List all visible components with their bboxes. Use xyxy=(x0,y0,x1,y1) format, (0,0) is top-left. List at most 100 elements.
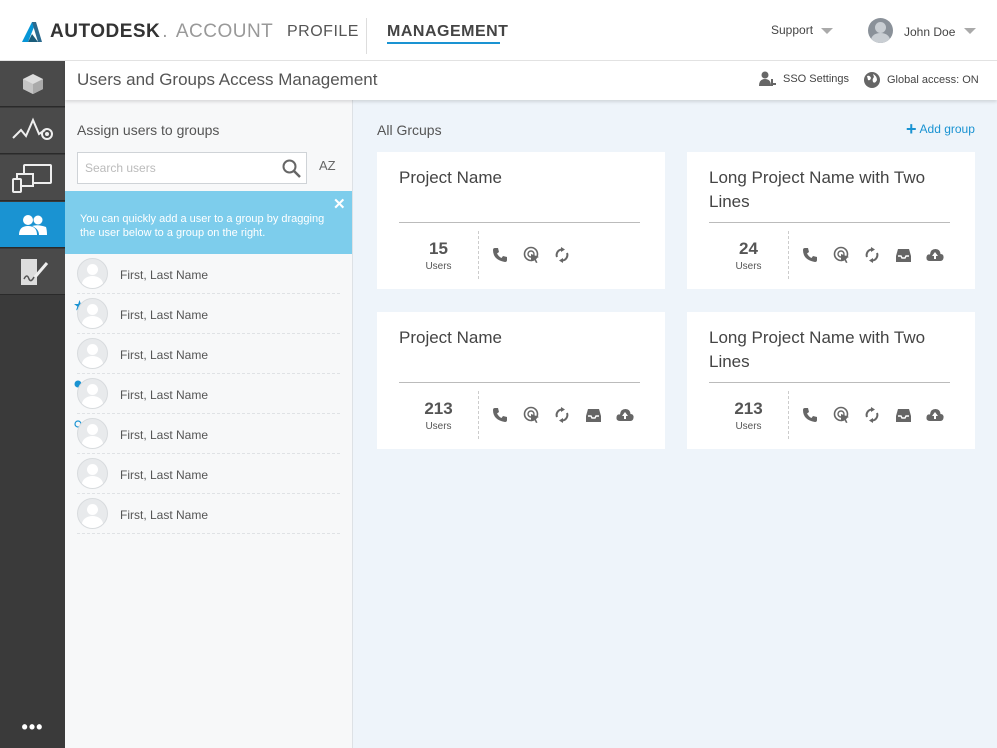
group-title: Project Name xyxy=(399,328,502,347)
box-icon[interactable] xyxy=(0,61,65,107)
tip-banner: ✕ You can quickly add a user to a group … xyxy=(65,191,352,254)
user-count: 213 Users xyxy=(399,391,479,439)
user-name: First, Last Name xyxy=(120,268,209,282)
avatar xyxy=(77,458,108,489)
search-box xyxy=(77,152,307,184)
user-count: 15 Users xyxy=(399,231,479,279)
brand-name: AUTODESK xyxy=(50,21,161,42)
user-name[interactable]: John Doe xyxy=(904,25,955,39)
user-name: First, Last Name xyxy=(120,468,209,482)
user-count: 24 Users xyxy=(709,231,789,279)
group-title: Project Name xyxy=(399,168,502,187)
search-icon[interactable] xyxy=(282,159,301,178)
group-card[interactable]: Long Project Name with Two Lines 213 Use… xyxy=(687,312,975,449)
nav-management[interactable]: MANAGEMENT xyxy=(387,23,508,41)
user-avatar[interactable] xyxy=(868,18,893,43)
list-item[interactable]: First, Last Name xyxy=(77,494,340,534)
phone-icon[interactable] xyxy=(802,245,833,265)
card-divider xyxy=(399,222,640,223)
cursor-click-icon[interactable] xyxy=(833,245,864,265)
group-title: Long Project Name with Two Lines xyxy=(709,168,926,211)
cursor-click-icon[interactable] xyxy=(833,405,864,425)
add-group-button[interactable]: + Add group xyxy=(906,119,975,139)
more-menu-icon[interactable]: ••• xyxy=(0,717,65,738)
analytics-icon[interactable] xyxy=(0,108,65,154)
list-item[interactable]: First, Last Name xyxy=(74,374,340,414)
global-access-toggle[interactable]: Global access: ON xyxy=(863,71,979,89)
group-card[interactable]: Long Project Name with Two Lines 24 User… xyxy=(687,152,975,289)
avatar xyxy=(77,498,108,529)
list-item[interactable]: First, Last Name xyxy=(77,334,340,374)
user-count-value: 24 xyxy=(739,239,758,258)
avatar xyxy=(77,258,108,289)
sso-settings-link[interactable]: SSO Settings xyxy=(759,71,849,87)
inbox-icon[interactable] xyxy=(585,405,616,425)
user-chevron-down-icon[interactable] xyxy=(964,28,976,34)
groups-area: All Grcups + Add group Project Name 15 U… xyxy=(353,100,997,748)
avatar xyxy=(77,378,108,409)
inbox-icon[interactable] xyxy=(895,245,926,265)
groups-title: All Grcups xyxy=(377,122,442,138)
avatar xyxy=(77,338,108,369)
user-key-icon xyxy=(759,71,776,86)
nav-profile[interactable]: PROFILE xyxy=(287,23,359,41)
user-name: First, Last Name xyxy=(120,508,209,522)
users-panel: Assign users to groups AZ ✕ You can quic… xyxy=(65,100,353,748)
avatar xyxy=(77,418,108,449)
document-signature-icon[interactable] xyxy=(0,249,65,295)
cursor-click-icon[interactable] xyxy=(523,245,554,265)
card-actions xyxy=(802,245,957,265)
list-item[interactable]: First, Last Name xyxy=(77,254,340,294)
phone-icon[interactable] xyxy=(492,405,523,425)
support-chevron-down-icon[interactable] xyxy=(821,28,833,34)
user-count-value: 213 xyxy=(424,399,453,418)
top-bar: AUTODESK. ACCOUNT PROFILE MANAGEMENT Sup… xyxy=(0,0,997,61)
sync-icon[interactable] xyxy=(864,245,895,265)
tip-text: You can quickly add a user to a group by… xyxy=(80,213,325,239)
devices-icon[interactable] xyxy=(0,155,65,201)
user-count-label: Users xyxy=(735,421,762,432)
user-count: 213 Users xyxy=(709,391,789,439)
cloud-upload-icon[interactable] xyxy=(926,245,957,265)
globe-icon xyxy=(864,72,880,88)
user-count-label: Users xyxy=(735,261,762,272)
list-item[interactable]: First, Last Name xyxy=(74,414,340,454)
card-actions xyxy=(492,245,585,265)
user-list: First, Last Name First, Last Name First,… xyxy=(74,254,340,534)
autodesk-logo[interactable]: AUTODESK. ACCOUNT xyxy=(20,20,273,44)
close-icon[interactable]: ✕ xyxy=(333,195,346,213)
cursor-click-icon[interactable] xyxy=(523,405,554,425)
page-header: Users and Groups Access Management SSO S… xyxy=(65,61,997,100)
nav-active-indicator xyxy=(387,42,500,44)
card-actions xyxy=(492,405,647,425)
cloud-upload-icon[interactable] xyxy=(926,405,957,425)
list-item[interactable]: First, Last Name xyxy=(74,294,340,334)
search-input[interactable] xyxy=(78,153,273,183)
icon-rail: ••• xyxy=(0,61,65,748)
user-name: First, Last Name xyxy=(120,388,209,402)
user-name: First, Last Name xyxy=(120,308,209,322)
nav-divider xyxy=(366,18,367,54)
phone-icon[interactable] xyxy=(802,405,833,425)
global-access-label: Global access: ON xyxy=(887,74,979,86)
group-card[interactable]: Project Name 213 Users xyxy=(377,312,665,449)
sync-icon[interactable] xyxy=(554,405,585,425)
sync-icon[interactable] xyxy=(554,245,585,265)
user-count-value: 15 xyxy=(429,239,448,258)
sync-icon[interactable] xyxy=(864,405,895,425)
sso-settings-label: SSO Settings xyxy=(783,73,850,85)
users-icon[interactable] xyxy=(0,202,65,248)
sort-label: AZ xyxy=(319,158,336,173)
user-count-value: 213 xyxy=(734,399,763,418)
inbox-icon[interactable] xyxy=(895,405,926,425)
support-menu[interactable]: Support xyxy=(771,23,813,37)
phone-icon[interactable] xyxy=(492,245,523,265)
avatar xyxy=(77,298,108,329)
sort-az-icon[interactable]: AZ xyxy=(319,158,336,173)
card-divider xyxy=(709,382,950,383)
plus-icon: + xyxy=(906,119,917,139)
list-item[interactable]: First, Last Name xyxy=(77,454,340,494)
group-card[interactable]: Project Name 15 Users xyxy=(377,152,665,289)
user-name: First, Last Name xyxy=(120,428,209,442)
cloud-upload-icon[interactable] xyxy=(616,405,647,425)
